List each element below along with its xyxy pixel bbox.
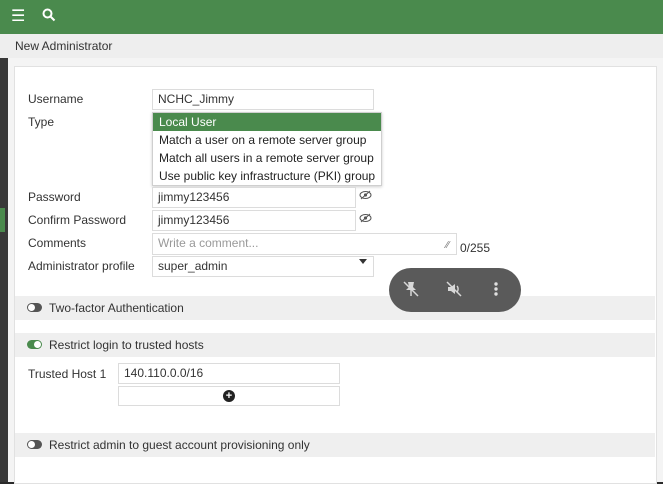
type-option-remote-group[interactable]: Match all users in a remote server group	[153, 149, 381, 167]
password-label: Password	[28, 190, 81, 204]
type-option-local-user[interactable]: Local User	[153, 113, 381, 131]
left-sidebar-edge	[0, 58, 8, 482]
two-factor-label: Two-factor Authentication	[49, 301, 184, 315]
eye-icon[interactable]	[359, 213, 372, 226]
restrict-guest-section: Restrict admin to guest account provisio…	[15, 433, 655, 457]
chevron-down-icon[interactable]	[359, 259, 367, 264]
search-icon[interactable]	[42, 8, 56, 27]
restrict-login-label: Restrict login to trusted hosts	[49, 338, 204, 352]
admin-profile-label: Administrator profile	[28, 259, 135, 273]
eye-icon[interactable]	[359, 190, 372, 203]
pin-off-icon[interactable]	[402, 280, 420, 304]
restrict-login-toggle[interactable]	[27, 340, 42, 349]
username-label: Username	[28, 92, 84, 106]
type-label: Type	[28, 115, 55, 129]
trusted-host-label: Trusted Host 1	[28, 367, 107, 381]
resize-handle-icon[interactable]: ∕∕	[446, 240, 449, 251]
type-option-remote-user[interactable]: Match a user on a remote server group	[153, 131, 381, 149]
plus-circle-icon: +	[223, 390, 235, 402]
admin-profile-select[interactable]: super_admin	[152, 256, 374, 277]
type-option-pki-group[interactable]: Use public key infrastructure (PKI) grou…	[153, 167, 381, 185]
trusted-host-input[interactable]: 140.110.0.0/16	[118, 363, 340, 384]
username-input[interactable]: NCHC_Jimmy	[152, 89, 374, 110]
comments-counter: 0/255	[460, 241, 491, 255]
confirm-password-input[interactable]: jimmy123456	[152, 210, 356, 231]
type-dropdown[interactable]: Local User Match a user on a remote serv…	[152, 112, 382, 186]
speaker-muted-icon[interactable]	[445, 280, 463, 304]
more-vertical-icon[interactable]	[493, 280, 499, 304]
top-navbar: ☰	[0, 0, 663, 34]
page-title: New Administrator	[15, 39, 113, 53]
two-factor-section: Two-factor Authentication	[15, 296, 655, 320]
restrict-login-section: Restrict login to trusted hosts	[15, 333, 655, 357]
add-trusted-host-button[interactable]: +	[118, 386, 340, 406]
hamburger-menu-icon[interactable]: ☰	[11, 8, 25, 26]
comments-textarea[interactable]: Write a comment...	[152, 233, 457, 255]
comments-label: Comments	[28, 236, 87, 250]
restrict-guest-toggle[interactable]	[27, 440, 42, 449]
confirm-password-label: Confirm Password	[28, 213, 127, 227]
two-factor-toggle[interactable]	[27, 303, 42, 312]
password-input[interactable]: jimmy123456	[152, 187, 356, 208]
media-overlay-controls	[389, 268, 521, 312]
restrict-guest-label: Restrict admin to guest account provisio…	[49, 438, 310, 452]
page-title-bar: New Administrator	[0, 34, 663, 59]
